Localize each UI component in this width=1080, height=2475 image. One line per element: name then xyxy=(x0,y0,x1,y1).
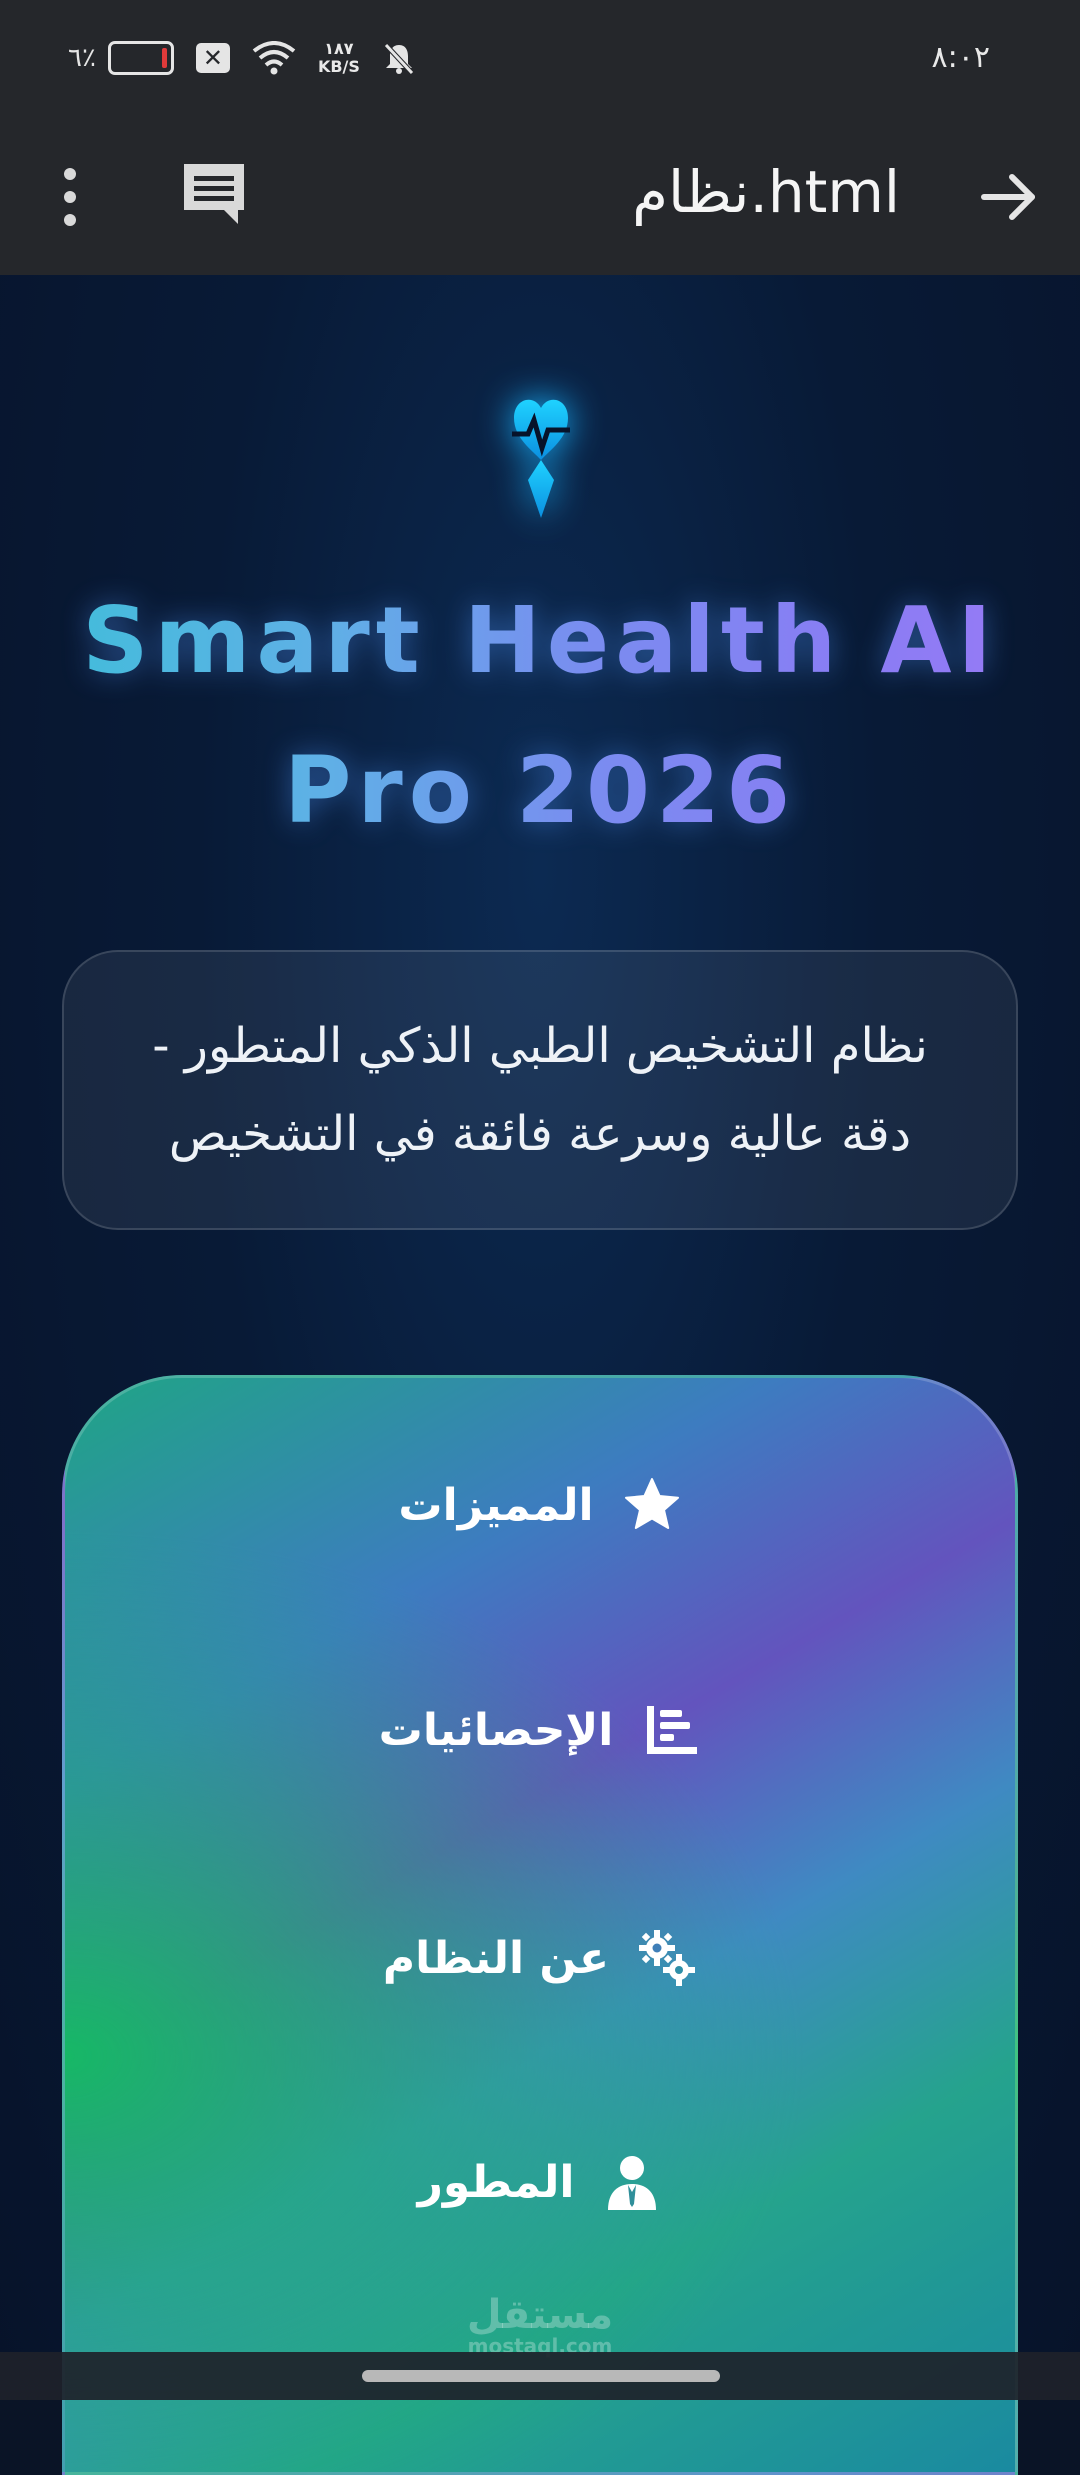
clock: ٨:٠٢ xyxy=(931,40,990,75)
heartbeat-logo-icon xyxy=(512,399,570,518)
nav-item-about[interactable]: عن النظام xyxy=(62,1898,1018,2018)
page-title: نظام.html xyxy=(632,158,900,226)
battery-percent: ٦٪ xyxy=(68,43,96,73)
wifi-icon xyxy=(252,41,296,75)
nav-item-developer[interactable]: المطور xyxy=(62,2122,1018,2242)
app-bar: نظام.html xyxy=(0,122,1080,275)
nav-item-features[interactable]: المميزات xyxy=(62,1445,1018,1565)
network-speed: ١٨٧ KB/S xyxy=(318,40,360,76)
nav-label-features: المميزات xyxy=(398,1479,594,1531)
comment-icon[interactable] xyxy=(178,158,250,230)
home-gesture-handle[interactable] xyxy=(362,2370,720,2382)
nav-label-about: عن النظام xyxy=(382,1932,610,1984)
subtitle-text: نظام التشخيص الطبي الذكي المتطور - دقة ع… xyxy=(152,1018,928,1162)
hero-title-smart: Smart xyxy=(82,587,464,694)
more-options-icon[interactable] xyxy=(48,162,92,232)
star-icon xyxy=(624,1478,679,1529)
battery-icon xyxy=(107,41,174,75)
hero-title-line2: Pro 2026 xyxy=(0,737,1080,844)
hero-title-line1: Smart Health AI xyxy=(0,587,1080,694)
user-icon xyxy=(608,2156,657,2210)
subtitle-card: نظام التشخيص الطبي الذكي المتطور - دقة ع… xyxy=(62,950,1018,1230)
back-arrow-icon[interactable] xyxy=(974,162,1044,232)
nav-label-developer: المطور xyxy=(417,2156,575,2208)
gears-icon xyxy=(639,1930,696,1986)
network-speed-unit: KB/S xyxy=(317,57,360,76)
status-bar: ٦٪ ✕ ١٨٧ KB/S ٨:٠٢ xyxy=(0,0,1080,122)
nav-item-statistics[interactable]: الإحصائيات xyxy=(62,1670,1018,1790)
watermark-brand: مستقل xyxy=(466,2292,614,2338)
main-content: Smart Health AI Pro 2026 نظام التشخيص ال… xyxy=(0,275,1080,2475)
network-speed-value: ١٨٧ xyxy=(324,39,354,58)
nav-label-statistics: الإحصائيات xyxy=(378,1704,614,1756)
gesture-navigation-bar xyxy=(0,2352,1080,2400)
status-icons: ٦٪ ✕ ١٨٧ KB/S xyxy=(68,40,416,76)
hero-title-health-ai: Health AI xyxy=(463,587,998,694)
chart-icon xyxy=(647,1706,698,1754)
bell-off-icon xyxy=(384,43,414,75)
no-sim-icon: ✕ xyxy=(195,43,230,73)
watermark: مستقل mostaql.com xyxy=(0,2295,1080,2357)
